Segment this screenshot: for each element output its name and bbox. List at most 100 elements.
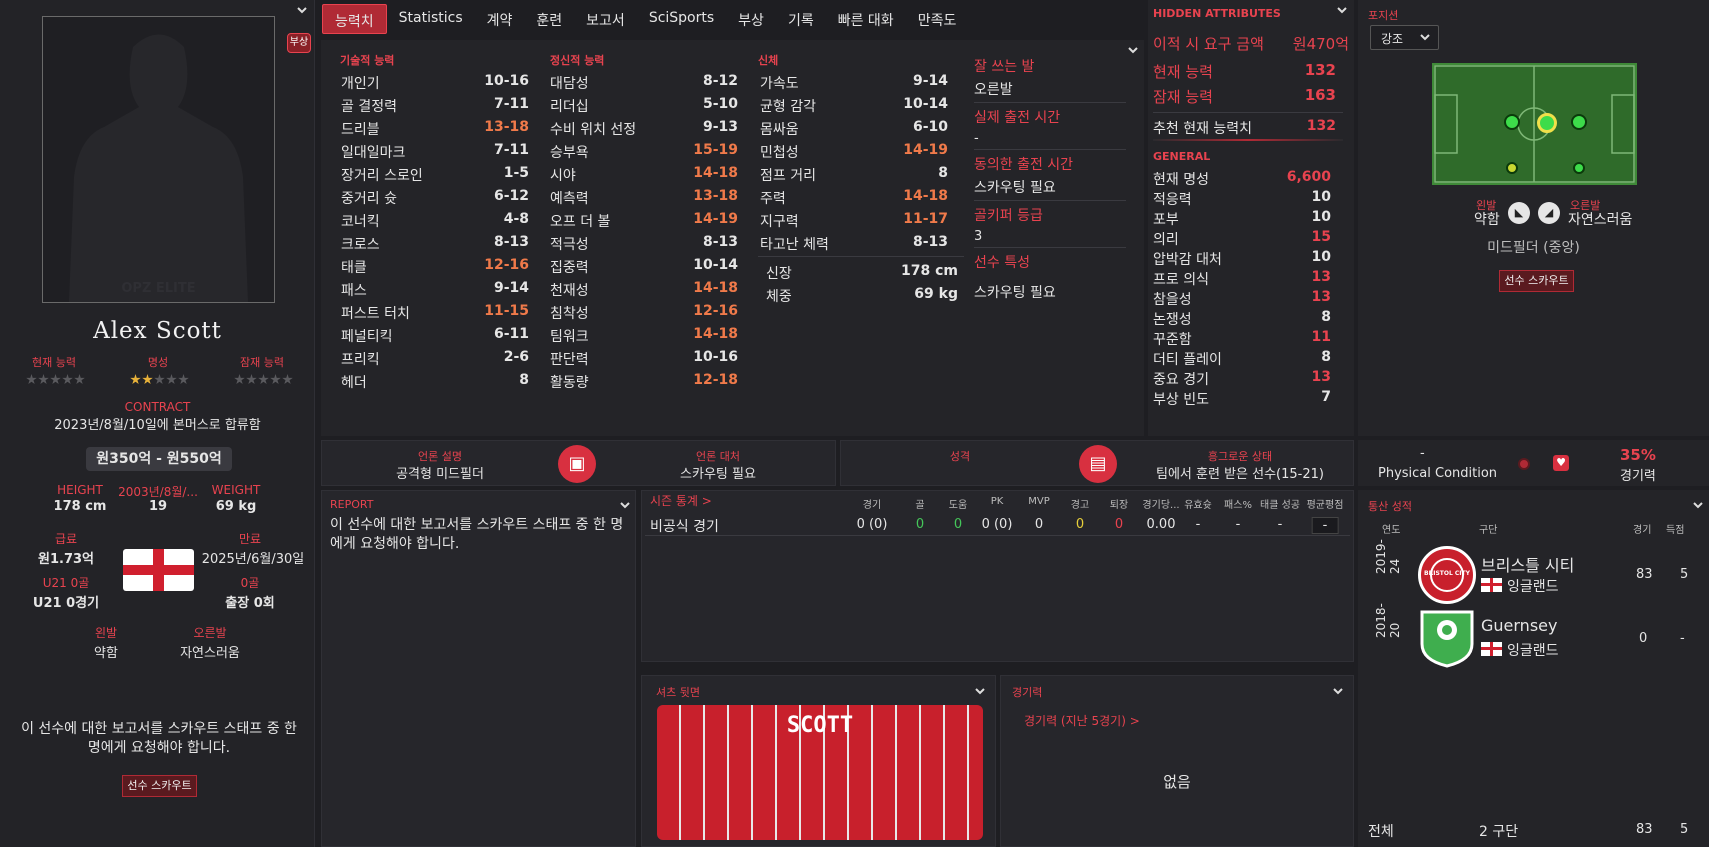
attribute-row[interactable]: 팀워크 14-18 [550,326,738,346]
report-options-icon[interactable] [619,499,633,513]
media-handling-label: 언론 대처 [696,450,740,463]
season-col-header[interactable]: 골 [915,496,924,511]
attribute-row[interactable]: 리더십 5-10 [550,96,738,116]
hidden-attribute-name: 부상 빈도 [1153,392,1209,408]
position-scout-button[interactable]: 선수 스카우트 [1499,270,1574,292]
hidden-attribute-row[interactable]: 의리 15 [1153,229,1331,249]
tab-statistics[interactable]: Statistics [387,4,475,34]
hidden-attribute-row[interactable]: 적응력 10 [1153,189,1331,209]
season-col-header[interactable]: 패스% [1224,496,1252,511]
tab-reports[interactable]: 보고서 [574,4,637,34]
height-value: 178 cm [53,499,107,514]
attribute-row[interactable]: 민첩성 14-19 [760,142,948,162]
attribute-row[interactable]: 몸싸움 6-10 [760,119,948,139]
scout-player-button[interactable]: 선수 스카우트 [122,775,197,797]
season-row-label: 비공식 경기 [650,519,719,535]
form-sub[interactable]: 경기력 (지난 5경기) > [1024,712,1140,729]
hidden-attribute-row[interactable]: 압박감 대처 10 [1153,249,1331,269]
attribute-row[interactable]: 헤더 8 [341,372,529,392]
hidden-attribute-row[interactable]: 논쟁성 8 [1153,309,1331,329]
attribute-row[interactable]: 가속도 9-14 [760,73,948,93]
season-col-header[interactable]: MVP [1028,496,1050,507]
attribute-row[interactable]: 활동량 12-18 [550,372,738,392]
attributes-options-icon[interactable] [1127,44,1141,58]
physical-weight: 체중 69 kg [766,286,958,305]
career-row-club[interactable]: 브리스틀 시티 [1481,552,1574,576]
attribute-name: 천재성 [550,283,589,299]
hidden-attribute-row[interactable]: 포부 10 [1153,209,1331,229]
career-panel [1358,490,1709,847]
attribute-row[interactable]: 코너킥 4-8 [341,211,529,231]
hidden-attribute-name: 중요 경기 [1153,372,1209,388]
shirt-options-icon[interactable] [974,685,988,699]
career-row-goals: - [1680,631,1685,646]
tab-scisports[interactable]: SciSports [637,4,726,34]
attribute-row[interactable]: 태클 12-16 [341,257,529,277]
attribute-value: 12-18 [693,372,738,388]
career-row-club[interactable]: Guernsey [1481,616,1557,635]
attribute-row[interactable]: 퍼스트 터치 11-15 [341,303,529,323]
tab-contract[interactable]: 계약 [475,4,525,34]
attribute-row[interactable]: 골 결정력 7-11 [341,96,529,116]
attribute-row[interactable]: 균형 감각 10-14 [760,96,948,116]
tab-training[interactable]: 훈련 [524,4,574,34]
attribute-row[interactable]: 타고난 체력 8-13 [760,234,948,254]
position-dot-mc [1537,113,1557,133]
form-options-icon[interactable] [1332,685,1346,699]
attribute-row[interactable]: 집중력 10-14 [550,257,738,277]
season-col-header[interactable]: 경기 [863,496,881,511]
season-col-header[interactable]: 경고 [1071,496,1089,511]
attribute-row[interactable]: 시야 14-18 [550,165,738,185]
hidden-attribute-row[interactable]: 부상 빈도 7 [1153,389,1331,409]
attribute-row[interactable]: 오프 더 볼 14-19 [550,211,738,231]
injury-badge[interactable]: 부상 [287,33,311,53]
attribute-row[interactable]: 주력 14-18 [760,188,948,208]
season-col-header[interactable]: 유효슛 [1184,496,1212,511]
season-col-header[interactable]: 태클 성공 [1260,496,1300,511]
attribute-row[interactable]: 패스 9-14 [341,280,529,300]
attribute-row[interactable]: 수비 위치 선정 9-13 [550,119,738,139]
tab-happiness[interactable]: 만족도 [906,4,969,34]
attribute-row[interactable]: 장거리 스로인 1-5 [341,165,529,185]
attribute-row[interactable]: 예측력 13-18 [550,188,738,208]
attribute-row[interactable]: 승부욕 15-19 [550,142,738,162]
career-row-year: 2018-20 [1374,603,1402,638]
hidden-attribute-row[interactable]: 현재 명성 6,600 [1153,169,1331,189]
attribute-row[interactable]: 판단력 10-16 [550,349,738,369]
season-col-header[interactable]: PK [991,496,1004,507]
attribute-row[interactable]: 천재성 14-18 [550,280,738,300]
attribute-row[interactable]: 점프 거리 8 [760,165,948,185]
tab-attributes[interactable]: 능력치 [322,4,387,34]
attribute-row[interactable]: 적극성 8-13 [550,234,738,254]
hidden-options-icon[interactable] [1336,4,1350,18]
hidden-attribute-row[interactable]: 중요 경기 13 [1153,369,1331,389]
hidden-attribute-row[interactable]: 꾸준함 11 [1153,329,1331,349]
attribute-row[interactable]: 프리킥 2-6 [341,349,529,369]
career-options-icon[interactable] [1692,499,1706,513]
season-col-header[interactable]: 평균평점 [1307,496,1344,511]
position-select[interactable]: 강조 [1370,25,1439,50]
season-col-header[interactable]: 퇴장 [1110,496,1128,511]
attribute-value: 9-14 [912,73,948,89]
tab-injury[interactable]: 부상 [726,4,776,34]
hidden-attribute-row[interactable]: 더티 플레이 8 [1153,349,1331,369]
attribute-row[interactable]: 크로스 8-13 [341,234,529,254]
attribute-row[interactable]: 드리블 13-18 [341,119,529,139]
season-title[interactable]: 시즌 통계 > [650,492,712,509]
tab-history[interactable]: 기록 [776,4,826,34]
hidden-attribute-row[interactable]: 참을성 13 [1153,289,1331,309]
sidebar-collapse-icon[interactable] [296,4,310,18]
attribute-row[interactable]: 일대일마크 7-11 [341,142,529,162]
season-col-header[interactable]: 경기당... [1142,496,1179,511]
season-col-header[interactable]: 도움 [949,496,967,511]
tab-quick-chat[interactable]: 빠른 대화 [826,4,906,34]
hidden-attribute-row[interactable]: 프로 의식 13 [1153,269,1331,289]
attribute-row[interactable]: 지구력 11-17 [760,211,948,231]
attribute-row[interactable]: 페널티킥 6-11 [341,326,529,346]
sharpness-label: 경기력 [1620,469,1656,484]
attribute-row[interactable]: 침착성 12-16 [550,303,738,323]
attribute-row[interactable]: 대담성 8-12 [550,73,738,93]
attribute-row[interactable]: 개인기 10-16 [341,73,529,93]
attribute-row[interactable]: 중거리 슛 6-12 [341,188,529,208]
height-label: HEIGHT [57,483,103,497]
